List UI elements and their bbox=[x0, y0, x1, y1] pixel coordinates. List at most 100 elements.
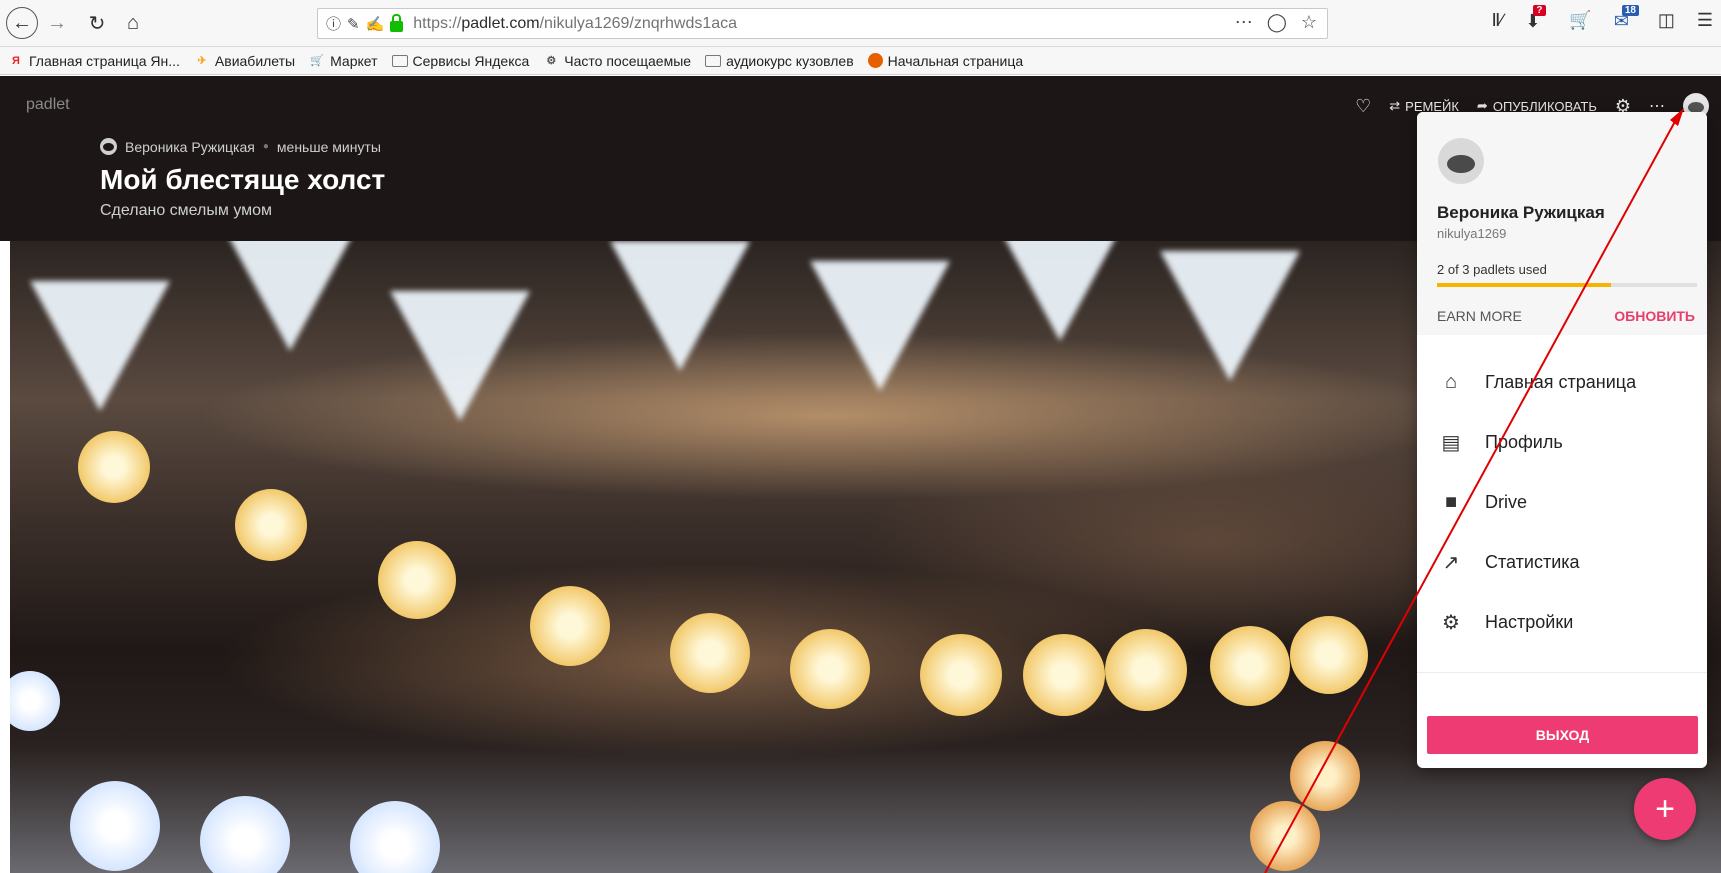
light-shape bbox=[810, 261, 950, 391]
menu-item-settings[interactable]: ⚙ Настройки bbox=[1417, 592, 1707, 652]
url-text[interactable]: https://padlet.com/nikulya1269/znqrhwds1… bbox=[413, 15, 737, 33]
like-button[interactable]: ♡ bbox=[1355, 96, 1371, 117]
site-info-icons[interactable]: ⓘ ✎ ✍ bbox=[318, 13, 404, 34]
bokeh-light bbox=[920, 634, 1002, 716]
bokeh-light bbox=[1023, 634, 1105, 716]
url-path: /nikulya1269/znqrhwds1aca bbox=[539, 14, 738, 32]
light-shape bbox=[1160, 251, 1300, 381]
divider bbox=[1417, 672, 1707, 673]
url-host: padlet.com bbox=[461, 14, 540, 32]
menu-item-label: Drive bbox=[1485, 491, 1528, 512]
bookmark-label: Часто посещаемые bbox=[564, 52, 692, 69]
menu-item-stats[interactable]: ↗ Статистика bbox=[1417, 532, 1707, 592]
bokeh-light bbox=[1105, 629, 1187, 711]
add-post-button[interactable]: + bbox=[1634, 778, 1696, 840]
gear-icon: ⚙ bbox=[546, 54, 557, 67]
profile-username: nikulya1269 bbox=[1437, 226, 1507, 241]
bokeh-light bbox=[1290, 616, 1368, 694]
more-horizontal-icon[interactable]: ⋯ bbox=[1235, 12, 1253, 33]
bookmark-services[interactable]: Сервисы Яндекса bbox=[391, 53, 529, 69]
bokeh-light bbox=[1290, 741, 1360, 811]
bookmark-audiocourse[interactable]: аудиокурс кузовлев bbox=[705, 53, 854, 69]
forward-button[interactable]: → bbox=[44, 8, 70, 38]
download-addon-icon[interactable]: ⬇? bbox=[1525, 4, 1547, 31]
firefox-icon bbox=[867, 53, 883, 68]
arrow-right-icon: → bbox=[47, 11, 67, 34]
bokeh-light bbox=[70, 781, 160, 871]
address-bar[interactable]: ⓘ ✎ ✍ https://padlet.com/nikulya1269/znq… bbox=[317, 8, 1328, 39]
bookmark-start[interactable]: Начальная страница bbox=[867, 52, 1024, 69]
library-icon[interactable]: Ⅱ∕ bbox=[1492, 10, 1504, 31]
reload-button[interactable]: ↻ bbox=[84, 8, 110, 38]
bokeh-light bbox=[790, 629, 870, 709]
folder-icon bbox=[391, 54, 408, 67]
bokeh-light bbox=[78, 431, 150, 503]
bokeh-light bbox=[10, 671, 60, 731]
url-actions: ⋯ ◯ ☆ bbox=[1235, 12, 1317, 33]
info-icon[interactable]: ⓘ bbox=[326, 13, 341, 34]
back-button[interactable]: ← bbox=[6, 7, 38, 39]
padlet-logo[interactable]: padlet bbox=[26, 96, 70, 114]
folder-icon: ■ bbox=[1444, 490, 1458, 513]
padlet-page: padlet Вероника Ружицкая ● меньше минуты… bbox=[0, 76, 1721, 873]
menu-item-label: Статистика bbox=[1485, 551, 1580, 572]
light-shape bbox=[220, 241, 360, 351]
arrow-left-icon: ← bbox=[12, 11, 32, 34]
home-icon: ⌂ bbox=[126, 11, 140, 34]
bookmark-yandex[interactable]: Я Главная страница Ян... bbox=[8, 53, 180, 69]
reload-icon: ↻ bbox=[88, 12, 106, 35]
bokeh-light bbox=[200, 796, 290, 873]
separator-dot: ● bbox=[262, 141, 269, 152]
heart-icon: ♡ bbox=[1355, 95, 1372, 116]
permission-icon[interactable]: ✍ bbox=[366, 15, 385, 33]
lock-icon[interactable] bbox=[390, 13, 404, 32]
light-shape bbox=[390, 291, 530, 421]
home-icon: ⌂ bbox=[1444, 370, 1458, 393]
mail-icon[interactable]: ✉ 18 bbox=[1614, 4, 1639, 31]
bokeh-light bbox=[530, 586, 610, 666]
usage-bar bbox=[1437, 283, 1697, 287]
profile-dropdown: Вероника Ружицкая nikulya1269 2 of 3 pad… bbox=[1417, 112, 1707, 768]
profile-summary: Вероника Ружицкая nikulya1269 2 of 3 pad… bbox=[1417, 112, 1707, 335]
menu-item-home[interactable]: ⌂ Главная страница bbox=[1417, 352, 1707, 412]
pocket-icon[interactable]: ◯ bbox=[1267, 12, 1287, 33]
earn-more-link[interactable]: EARN MORE bbox=[1437, 308, 1522, 324]
star-icon[interactable]: ☆ bbox=[1301, 12, 1317, 33]
menu-item-label: Профиль bbox=[1485, 431, 1563, 452]
url-prefix: https:// bbox=[413, 14, 462, 32]
gear-icon: ⚙ bbox=[1442, 611, 1460, 634]
bokeh-light bbox=[350, 801, 440, 873]
bokeh-light bbox=[378, 541, 456, 619]
menu-item-label: Главная страница bbox=[1485, 371, 1637, 392]
light-shape bbox=[990, 241, 1130, 341]
bokeh-light bbox=[1210, 626, 1290, 706]
padlet-subtitle: Сделано смелым умом bbox=[100, 202, 273, 219]
yandex-icon: Я bbox=[12, 54, 20, 67]
bookmark-frequent[interactable]: ⚙ Часто посещаемые bbox=[543, 53, 691, 69]
menu-item-profile[interactable]: ▤ Профиль bbox=[1417, 412, 1707, 472]
author-avatar bbox=[100, 138, 117, 155]
tracking-icon[interactable]: ✎ bbox=[347, 15, 360, 33]
bookmark-label: Начальная страница bbox=[887, 52, 1024, 69]
upgrade-link[interactable]: ОБНОВИТЬ bbox=[1614, 308, 1695, 324]
cart-icon[interactable]: 🛒 bbox=[1569, 10, 1591, 31]
mail-badge: 18 bbox=[1621, 4, 1639, 16]
bookmark-avia[interactable]: ✈ Авиабилеты bbox=[194, 53, 295, 69]
home-button[interactable]: ⌂ bbox=[120, 8, 146, 38]
profile-menu: ⌂ Главная страница ▤ Профиль ■ Drive ↗ Стати… bbox=[1417, 352, 1707, 652]
light-shape bbox=[30, 281, 170, 411]
author-row: Вероника Ружицкая ● меньше минуты bbox=[100, 138, 381, 155]
folder-icon bbox=[705, 54, 722, 67]
remake-icon: ⇄ bbox=[1389, 98, 1401, 113]
bokeh-light bbox=[235, 489, 307, 561]
bokeh-light bbox=[670, 613, 750, 693]
bokeh-light bbox=[1250, 801, 1320, 871]
menu-icon[interactable]: ☰ bbox=[1697, 10, 1713, 31]
menu-item-drive[interactable]: ■ Drive bbox=[1417, 472, 1707, 532]
bookmark-market[interactable]: 🛒 Маркет bbox=[309, 53, 377, 69]
profile-icon: ▤ bbox=[1441, 431, 1461, 454]
bookmark-label: аудиокурс кузовлев bbox=[726, 52, 854, 69]
profile-name: Вероника Ружицкая bbox=[1437, 203, 1605, 222]
sidebar-icon[interactable]: ◫ bbox=[1658, 10, 1675, 31]
logout-button[interactable]: ВЫХОД bbox=[1427, 716, 1698, 754]
